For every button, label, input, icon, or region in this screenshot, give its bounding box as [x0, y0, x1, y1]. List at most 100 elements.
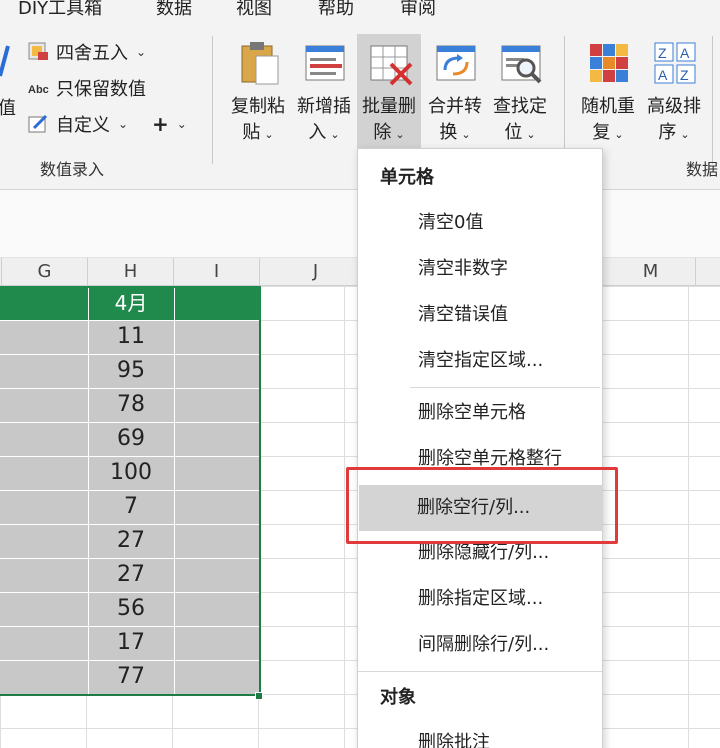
cell-h-value[interactable]: 100 — [88, 456, 174, 490]
insert-label-1: 新增插 — [297, 96, 351, 117]
section-title-cells: 单元格 — [380, 167, 434, 188]
chevron-down-icon: ⌄ — [176, 117, 187, 131]
merge-convert-label-1: 合并转 — [428, 96, 482, 117]
clipboard-icon — [241, 42, 279, 85]
column-header-m[interactable]: M — [606, 258, 696, 286]
round-button[interactable]: 四舍五入 ⌄ — [28, 38, 146, 66]
abc-icon: Abc — [28, 78, 50, 98]
menu-item-clear-non-numeric[interactable]: 清空非数字 — [360, 249, 602, 289]
merge-convert-button[interactable]: 合并转 换 ⌄ — [423, 34, 487, 152]
cell-h-value[interactable]: 69 — [88, 422, 174, 456]
column-header-g[interactable]: G — [2, 258, 88, 286]
tab-help[interactable]: 帮助 — [318, 0, 354, 20]
column-header-h[interactable]: H — [88, 258, 174, 286]
copy-paste-label-2: 贴 — [242, 122, 261, 143]
tab-data[interactable]: 数据 — [156, 0, 192, 20]
tab-view[interactable]: 视图 — [236, 0, 272, 20]
menu-tab-bar: DIY工具箱 数据 视图 帮助 审阅 — [0, 0, 720, 22]
group-separator — [712, 36, 713, 164]
chevron-down-icon: ⌄ — [614, 128, 624, 141]
cell-h-value[interactable]: 78 — [88, 388, 174, 422]
highlight-annotation-box — [346, 467, 618, 544]
menu-item-label: 清空0值 — [418, 212, 484, 233]
chevron-down-icon: ⌄ — [680, 128, 690, 141]
group-separator — [212, 36, 213, 164]
column-header-i[interactable]: I — [174, 258, 260, 286]
svg-text:Z: Z — [680, 67, 689, 83]
random-repeat-icon — [590, 44, 628, 82]
find-locate-label-2: 位 — [504, 122, 523, 143]
batch-delete-icon — [370, 45, 413, 86]
cell-h-value[interactable]: 77 — [88, 660, 174, 694]
menu-item-clear-errors[interactable]: 清空错误值 — [360, 295, 602, 335]
chevron-down-icon: ⌄ — [118, 117, 129, 131]
random-repeat-label-2: 复 — [592, 122, 611, 143]
cell-h-value[interactable]: 27 — [88, 558, 174, 592]
menu-item-delete-empty-cells[interactable]: 删除空单元格 — [360, 393, 602, 433]
copy-paste-label-1: 复制粘 — [231, 96, 285, 117]
menu-item-label: 清空非数字 — [418, 258, 508, 279]
cell-h-header[interactable]: 4月 — [88, 286, 174, 320]
menu-item-label: 删除批注 — [418, 732, 490, 748]
group-label-data: 数据 — [686, 160, 719, 179]
column-header-j[interactable]: J — [260, 258, 372, 286]
batch-delete-button[interactable]: 批量删 除 ⌄ — [357, 34, 421, 152]
insert-label-2: 入 — [308, 122, 327, 143]
menu-separator — [358, 671, 602, 672]
menu-item-label: 删除空单元格整行 — [418, 448, 562, 469]
insert-button[interactable]: 新增插 入 ⌄ — [292, 34, 356, 152]
menu-item-label: 清空指定区域... — [418, 350, 544, 371]
copy-paste-button[interactable]: 复制粘 贴 ⌄ — [226, 34, 290, 152]
round-icon — [28, 42, 50, 62]
menu-item-clear-zero[interactable]: 清空0值 — [360, 203, 602, 243]
find-locate-button[interactable]: 查找定 位 ⌄ — [488, 34, 552, 152]
cell-h-value[interactable]: 27 — [88, 524, 174, 558]
sort-az-icon: Z A A Z — [654, 42, 696, 84]
advanced-sort-button[interactable]: Z A A Z 高级排 序 ⌄ — [642, 34, 706, 152]
cell-h-value[interactable]: 11 — [88, 320, 174, 354]
menu-item-label: 间隔删除行/列... — [418, 634, 550, 655]
svg-text:Z: Z — [658, 45, 667, 61]
fill-handle[interactable] — [255, 692, 263, 700]
chevron-down-icon: ⌄ — [395, 128, 405, 141]
cell-h-value[interactable]: 17 — [88, 626, 174, 660]
cell-divider — [174, 288, 175, 694]
find-locate-icon — [501, 45, 542, 84]
keep-values-label: 只保留数值 — [56, 79, 146, 100]
insert-icon — [305, 45, 345, 81]
menu-item-interval-delete[interactable]: 间隔删除行/列... — [360, 625, 602, 665]
custom-button[interactable]: 自定义 ⌄ — [28, 110, 128, 138]
menu-item-label: 删除指定区域... — [418, 588, 544, 609]
batch-delete-label-1: 批量删 — [362, 96, 416, 117]
batch-delete-dropdown: 单元格 清空0值 清空非数字 清空错误值 清空指定区域... 删除空单元格 删除… — [357, 148, 603, 748]
pencil-icon — [0, 45, 10, 77]
menu-item-delete-comments[interactable]: 删除批注 — [360, 723, 602, 748]
add-button[interactable]: + ⌄ — [152, 110, 187, 138]
chevron-down-icon: ⌄ — [461, 128, 471, 141]
group-label-entry: 数值录入 — [40, 160, 105, 179]
merge-convert-icon — [436, 45, 476, 81]
custom-edit-icon — [28, 114, 50, 134]
keep-values-button[interactable]: Abc 只保留数值 — [28, 74, 146, 102]
menu-item-clear-range[interactable]: 清空指定区域... — [360, 341, 602, 381]
plus-icon: + — [152, 112, 169, 136]
chevron-down-icon: ⌄ — [526, 128, 536, 141]
menu-item-label: 清空错误值 — [418, 304, 508, 325]
menu-item-label: 删除空单元格 — [418, 402, 526, 423]
tab-review[interactable]: 审阅 — [400, 0, 436, 20]
svg-text:A: A — [658, 67, 668, 83]
cell-h-value[interactable]: 95 — [88, 354, 174, 388]
advanced-sort-label-2: 序 — [658, 122, 677, 143]
menu-item-delete-range[interactable]: 删除指定区域... — [360, 579, 602, 619]
cut-off-label: 值 — [0, 98, 16, 119]
cell-h-value[interactable]: 56 — [88, 592, 174, 626]
random-repeat-label-1: 随机重 — [581, 96, 635, 117]
random-repeat-button[interactable]: 随机重 复 ⌄ — [576, 34, 640, 152]
svg-text:Abc: Abc — [28, 84, 49, 96]
find-locate-label-1: 查找定 — [493, 96, 547, 117]
chevron-down-icon: ⌄ — [330, 128, 340, 141]
cell-h-value[interactable]: 7 — [88, 490, 174, 524]
chevron-down-icon: ⌄ — [264, 128, 274, 141]
svg-text:A: A — [680, 45, 690, 61]
tab-diy-toolbox[interactable]: DIY工具箱 — [18, 0, 102, 20]
